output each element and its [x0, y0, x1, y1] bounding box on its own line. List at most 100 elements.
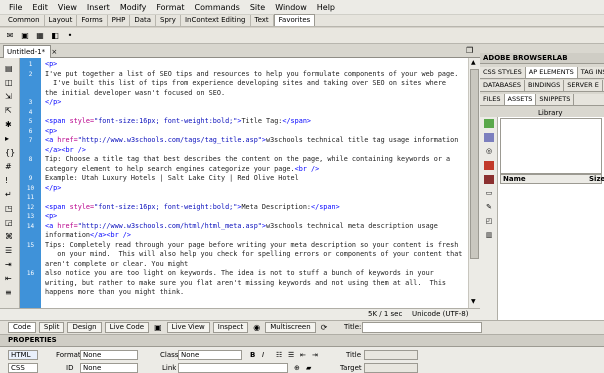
point-to-file-icon[interactable]: ⊕: [294, 363, 300, 373]
scroll-up-icon[interactable]: ▲: [471, 59, 476, 66]
indent-icon-prop[interactable]: ⇥: [312, 350, 318, 360]
panel-tab-snippets[interactable]: SNIPPETS: [536, 94, 575, 105]
italic-button[interactable]: I: [262, 350, 264, 360]
highlight-invalid-icon[interactable]: !: [5, 176, 8, 185]
format-select[interactable]: None: [80, 350, 138, 360]
menu-item-insert[interactable]: Insert: [82, 0, 115, 15]
select-parent-tag-icon[interactable]: ▸: [5, 134, 9, 143]
colors-icon[interactable]: [484, 133, 494, 142]
html-mode-button[interactable]: HTML: [8, 350, 38, 360]
balance-braces-icon[interactable]: {}: [5, 148, 15, 157]
word-wrap-icon[interactable]: ↵: [5, 190, 12, 199]
title-prop-input[interactable]: [364, 350, 418, 360]
code-line[interactable]: <p>: [45, 212, 57, 221]
browserlab-panel-header[interactable]: ADOBE BROWSERLAB: [480, 53, 604, 64]
code-line[interactable]: happens more than you might think.: [45, 288, 184, 297]
movies-icon[interactable]: ▭: [484, 189, 494, 198]
insert-tab-forms[interactable]: Forms: [77, 15, 108, 26]
line-numbers-icon[interactable]: #: [5, 162, 12, 171]
target-select[interactable]: [364, 363, 418, 373]
menu-item-help[interactable]: Help: [312, 0, 340, 15]
id-select[interactable]: None: [80, 363, 138, 373]
scripts-icon[interactable]: ✎: [484, 203, 494, 212]
close-icon[interactable]: ×: [51, 48, 57, 56]
code-line[interactable]: Tips: Completely read through your page …: [45, 241, 458, 250]
code-line[interactable]: Example: Utah Luxury Hotels | Salt Lake …: [45, 174, 299, 183]
live-view-options-icon[interactable]: ▣: [154, 323, 162, 332]
media-icon[interactable]: ◧: [49, 30, 61, 41]
title-input[interactable]: [362, 322, 482, 333]
remove-comment-icon[interactable]: ◲: [5, 218, 13, 227]
anchor-icon[interactable]: •: [64, 30, 76, 41]
insert-tab-spry[interactable]: Spry: [156, 15, 181, 26]
ordered-list-icon[interactable]: ☰: [288, 350, 294, 360]
code-line[interactable]: writing, but rather to make sure you fla…: [45, 279, 446, 288]
panel-tab-tag-ins[interactable]: TAG INS: [578, 67, 604, 78]
image-icon[interactable]: ▣: [19, 30, 31, 41]
table-icon[interactable]: ▦: [34, 30, 46, 41]
menu-item-window[interactable]: Window: [270, 0, 312, 15]
view-button-inspect[interactable]: Inspect: [212, 322, 249, 333]
insert-tab-layout[interactable]: Layout: [45, 15, 78, 26]
panel-tab-css-styles[interactable]: CSS STYLES: [480, 67, 526, 78]
panel-tab-bindings[interactable]: BINDINGS: [525, 80, 565, 91]
flash-icon[interactable]: [484, 161, 494, 170]
code-line[interactable]: the initial developer wasn't focused on …: [45, 89, 225, 98]
menu-item-file[interactable]: File: [4, 0, 27, 15]
menu-item-format[interactable]: Format: [151, 0, 189, 15]
shockwave-icon[interactable]: [484, 175, 494, 184]
code-line[interactable]: I've built this list of tips from experi…: [45, 79, 446, 88]
panel-tab-files[interactable]: FILES: [480, 94, 505, 105]
format-source-icon[interactable]: ≡: [5, 288, 12, 297]
code-line[interactable]: on your mind. This will also help you ch…: [45, 250, 462, 259]
browser-check-icon[interactable]: ◉: [253, 323, 260, 332]
code-line[interactable]: <p>: [45, 127, 57, 136]
email-link-icon[interactable]: ✉: [4, 30, 16, 41]
insert-tab-text[interactable]: Text: [251, 15, 274, 26]
code-editor[interactable]: ▤ ◫ ⇲ ⇱ ✱ ▸ {} # ! ↵ ◳ ◲ ⌘ ☰ ⇥ ⇤ ≡ ▲ ▼ 1…: [0, 58, 480, 308]
outdent-icon-prop[interactable]: ⇤: [300, 350, 306, 360]
vertical-scrollbar[interactable]: ▲ ▼: [468, 58, 480, 308]
column-size[interactable]: Size: [589, 175, 604, 183]
view-button-code[interactable]: Code: [8, 322, 36, 333]
code-line[interactable]: also notice you are too light on keyword…: [45, 269, 434, 278]
insert-tab-php[interactable]: PHP: [108, 15, 131, 26]
css-mode-button[interactable]: CSS: [8, 363, 38, 373]
code-line[interactable]: aren't complete or clear. You might: [45, 260, 188, 269]
menu-item-view[interactable]: View: [53, 0, 82, 15]
insert-tab-common[interactable]: Common: [4, 15, 45, 26]
scroll-down-icon[interactable]: ▼: [471, 298, 476, 305]
view-button-multiscreen[interactable]: Multiscreen: [265, 322, 316, 333]
code-line[interactable]: information</a><br />: [45, 231, 131, 240]
insert-tab-favorites[interactable]: Favorites: [273, 14, 316, 26]
code-line[interactable]: </p>: [45, 98, 61, 107]
collapse-tag-icon[interactable]: ⇲: [5, 92, 12, 101]
menu-item-edit[interactable]: Edit: [27, 0, 53, 15]
code-line[interactable]: I've put together a list of SEO tips and…: [45, 70, 458, 79]
view-button-live-view[interactable]: Live View: [166, 322, 210, 333]
menu-item-site[interactable]: Site: [245, 0, 270, 15]
view-button-split[interactable]: Split: [38, 322, 65, 333]
link-input[interactable]: [178, 363, 288, 373]
restore-icon[interactable]: ❐: [466, 46, 473, 55]
code-line[interactable]: </a><br />: [45, 146, 86, 155]
templates-icon[interactable]: ◰: [484, 217, 494, 226]
code-line[interactable]: Tip: Choose a title tag that best descri…: [45, 155, 450, 164]
outdent-icon[interactable]: ⇤: [5, 274, 12, 283]
code-line[interactable]: <a href="http://www.w3schools.com/tags/t…: [45, 136, 458, 145]
view-button-design[interactable]: Design: [67, 322, 102, 333]
properties-header[interactable]: PROPERTIES: [0, 335, 604, 347]
open-documents-icon[interactable]: ▤: [5, 64, 13, 73]
unordered-list-icon[interactable]: ☷: [276, 350, 282, 360]
panel-tab-assets[interactable]: ASSETS: [504, 94, 537, 105]
images-icon[interactable]: [484, 119, 494, 128]
bold-button[interactable]: B: [250, 350, 255, 360]
column-name[interactable]: Name: [503, 175, 526, 183]
refresh-icon[interactable]: ⟳: [321, 323, 328, 332]
panel-tab-server-e[interactable]: SERVER E: [564, 80, 603, 91]
collapse-selection-icon[interactable]: ⇱: [5, 106, 12, 115]
code-line[interactable]: <a href="http://www.w3schools.com/html/h…: [45, 222, 438, 231]
code-line[interactable]: <p>: [45, 60, 57, 69]
menu-item-commands[interactable]: Commands: [190, 0, 245, 15]
panel-tab-ap-elements[interactable]: AP ELEMENTS: [525, 67, 578, 78]
